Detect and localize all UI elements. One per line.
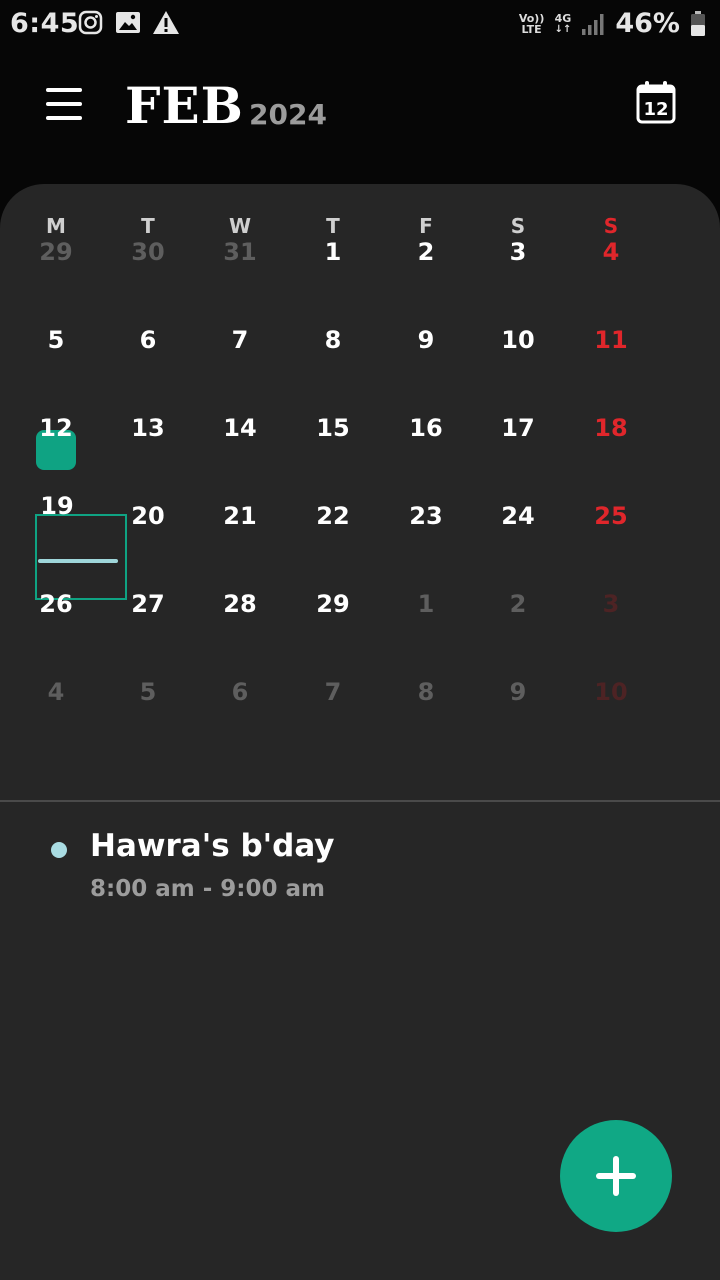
day-cell[interactable]: 10: [581, 672, 641, 712]
event-color-dot: [51, 842, 67, 858]
day-cell[interactable]: 6: [210, 672, 270, 712]
day-cell[interactable]: 10: [488, 320, 548, 360]
day-cell[interactable]: 16: [396, 408, 456, 448]
status-right: Vo)) LTE 4G ↓↑ 46%: [519, 8, 706, 39]
network-label: 4G: [554, 11, 572, 25]
day-cell[interactable]: 9: [396, 320, 456, 360]
day-cell[interactable]: 18: [581, 408, 641, 448]
day-cell[interactable]: 8: [303, 320, 363, 360]
day-cell[interactable]: 11: [581, 320, 641, 360]
plus-icon-vertical: [613, 1156, 619, 1196]
menu-icon[interactable]: [46, 88, 82, 122]
day-cell[interactable]: 13: [118, 408, 178, 448]
day-cell[interactable]: 23: [396, 496, 456, 536]
day-cell[interactable]: 2: [396, 232, 456, 272]
image-icon: [116, 12, 140, 33]
day-cell[interactable]: 25: [581, 496, 641, 536]
day-cell[interactable]: 1: [303, 232, 363, 272]
day-cell[interactable]: 31: [210, 232, 270, 272]
day-cell[interactable]: 9: [488, 672, 548, 712]
day-cell[interactable]: 8: [396, 672, 456, 712]
day-cell[interactable]: 28: [210, 584, 270, 624]
status-bar: 6:45 Vo)) LTE 4G ↓↑ 46%: [0, 0, 720, 50]
calendar-today-icon: 12: [636, 81, 676, 124]
day-cell[interactable]: 7: [210, 320, 270, 360]
today-button[interactable]: 12: [636, 80, 676, 124]
data-arrows-icon: ↓↑: [554, 23, 572, 35]
network-type: 4G ↓↑: [555, 13, 572, 35]
event-time: 8:00 am - 9:00 am: [90, 876, 325, 902]
warning-icon: [153, 11, 179, 34]
day-cell[interactable]: 21: [210, 496, 270, 536]
day-cell[interactable]: 2: [488, 584, 548, 624]
battery-percent: 46%: [615, 8, 680, 39]
divider: [0, 800, 720, 802]
month-title[interactable]: FEB: [125, 76, 244, 135]
day-cell[interactable]: 3: [581, 584, 641, 624]
day-cell[interactable]: 7: [303, 672, 363, 712]
day-cell[interactable]: 20: [118, 496, 178, 536]
day-cell[interactable]: 22: [303, 496, 363, 536]
day-cell[interactable]: 15: [303, 408, 363, 448]
signal-icon: [582, 13, 604, 35]
day-cell[interactable]: 29: [303, 584, 363, 624]
year-label[interactable]: 2024: [249, 98, 327, 131]
day-cell[interactable]: 4: [26, 672, 86, 712]
day-cell[interactable]: 24: [488, 496, 548, 536]
day-cell[interactable]: 27: [118, 584, 178, 624]
status-time: 6:45: [10, 8, 80, 39]
day-cell[interactable]: 30: [118, 232, 178, 272]
day-cell[interactable]: 29: [26, 232, 86, 272]
day-cell[interactable]: 4: [581, 232, 641, 272]
event-item[interactable]: Hawra's b'day 8:00 am - 9:00 am: [0, 824, 720, 914]
day-cell[interactable]: 1: [396, 584, 456, 624]
day-cell[interactable]: 17: [488, 408, 548, 448]
add-event-button[interactable]: [560, 1120, 672, 1232]
app-header: FEB 2024 12: [0, 60, 720, 170]
volte-indicator: Vo)) LTE: [518, 11, 545, 36]
day-cell[interactable]: 3: [488, 232, 548, 272]
instagram-icon: [78, 10, 103, 35]
day-cell[interactable]: 6: [118, 320, 178, 360]
battery-icon: [691, 10, 705, 36]
day-cell[interactable]: 5: [118, 672, 178, 712]
event-title: Hawra's b'day: [90, 828, 335, 864]
day-cell[interactable]: 12: [26, 408, 86, 448]
calendar-panel: MTWTFSS 29 30 31 1 2 3 4 5 6 7 8 9 10 11 12 13 14 15 16 17 1…: [0, 184, 720, 1280]
day-cell[interactable]: 5: [26, 320, 86, 360]
month-grid: 29 30 31 1 2 3 4 5 6 7 8 9 10 11 12 13 14 15 16 17 18 19 20 21 2…: [0, 184, 720, 744]
day-cell[interactable]: 26: [26, 584, 86, 624]
day-cell[interactable]: 14: [210, 408, 270, 448]
today-button-day: 12: [643, 99, 668, 120]
day-cell[interactable]: 19: [27, 486, 87, 526]
